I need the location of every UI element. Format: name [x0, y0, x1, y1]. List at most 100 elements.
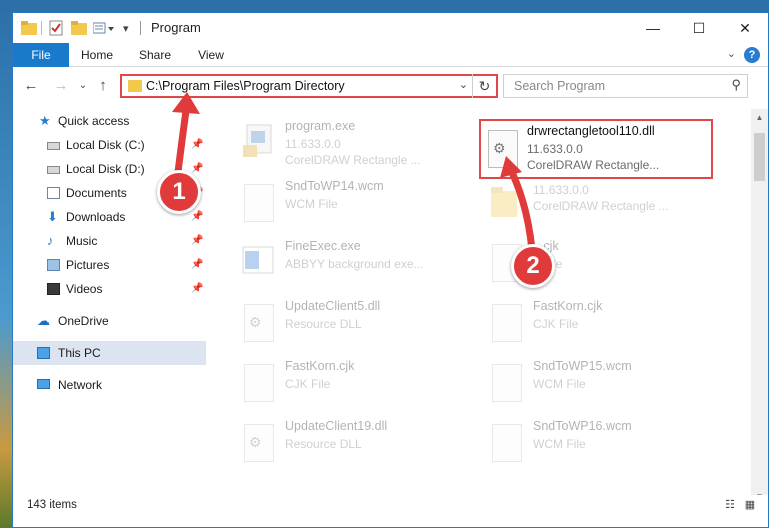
- drive-icon: [47, 142, 60, 150]
- sidebar-item-label: Local Disk (C:): [66, 138, 145, 152]
- sidebar-item-label: Documents: [66, 186, 127, 200]
- file-icon: [241, 181, 277, 225]
- dropdown-arrow-icon[interactable]: ▾: [123, 19, 129, 37]
- search-box[interactable]: Search Program ⚲: [503, 74, 748, 98]
- sidebar-item-this-pc[interactable]: This PC: [13, 341, 206, 365]
- network-icon: [37, 379, 50, 389]
- file-type: WCM File: [533, 377, 586, 391]
- file-tile[interactable]: ⚙ UpdateClient5.dll Resource DLL: [233, 295, 473, 351]
- file-tile[interactable]: 11.633.0.0 CorelDRAW Rectangle ...: [481, 175, 721, 231]
- quick-access-divider: [41, 21, 42, 35]
- sidebar-item-network[interactable]: Network: [13, 373, 206, 397]
- file-icon: [241, 361, 277, 405]
- sidebar-item-label: Quick access: [58, 114, 130, 128]
- refresh-button[interactable]: ↻: [472, 74, 496, 98]
- file-tile-highlighted[interactable]: ⚙ drwrectangletool110.dll 11.633.0.0 Cor…: [479, 119, 713, 179]
- tiles-view-icon[interactable]: ▦: [742, 498, 758, 512]
- sidebar-item-label: Videos: [66, 282, 103, 296]
- computer-icon: [37, 347, 50, 359]
- file-icon: [489, 301, 525, 345]
- file-name: FineExec.exe: [285, 239, 361, 253]
- downloads-icon: ⬇: [47, 209, 58, 224]
- customize-toolbar-icon[interactable]: [93, 19, 115, 37]
- pictures-icon: [47, 259, 60, 271]
- pin-icon: 📌: [191, 283, 204, 294]
- file-icon: [489, 361, 525, 405]
- videos-icon: [47, 283, 60, 295]
- minimize-button[interactable]: —: [630, 13, 676, 43]
- scroll-up-icon[interactable]: ▲: [751, 109, 768, 126]
- file-version: 11.633.0.0: [533, 183, 589, 197]
- sidebar-item-quick-access[interactable]: ★ Quick access: [13, 109, 206, 133]
- ribbon-expand-icon[interactable]: ⌄: [727, 47, 736, 60]
- file-tile[interactable]: FastKorn.cjk CJK File: [481, 295, 721, 351]
- window-title: Program: [151, 20, 201, 35]
- address-bar[interactable]: C:\Program Files\Program Directory ⌄ ↻: [120, 74, 498, 98]
- title-bar: ▾ Program — ☐ ✕: [13, 13, 768, 43]
- sidebar-item-pictures[interactable]: Pictures 📌: [13, 253, 206, 277]
- tab-home[interactable]: Home: [73, 43, 121, 67]
- file-name: SndToWP15.wcm: [533, 359, 632, 373]
- properties-icon[interactable]: [49, 19, 63, 37]
- dll-icon: ⚙: [241, 301, 277, 345]
- recent-locations-icon[interactable]: ⌄: [73, 76, 93, 96]
- file-list: program.exe 11.633.0.0 CorelDRAW Rectang…: [209, 109, 744, 505]
- tab-file[interactable]: File: [13, 43, 69, 67]
- file-tile[interactable]: SndToWP15.wcm WCM File: [481, 355, 721, 411]
- sidebar-item-label: This PC: [58, 346, 101, 360]
- sidebar-item-videos[interactable]: Videos 📌: [13, 277, 206, 301]
- dll-icon: ⚙: [485, 127, 521, 171]
- tab-share[interactable]: Share: [131, 43, 179, 67]
- file-tile[interactable]: SndToWP14.wcm WCM File: [233, 175, 473, 231]
- folder-icon: [128, 80, 142, 92]
- new-folder-icon[interactable]: [71, 19, 87, 37]
- file-name: FastKorn.cjk: [533, 299, 603, 313]
- file-name: FastKorn.cjk: [285, 359, 355, 373]
- annotation-step-2: 2: [511, 244, 555, 288]
- file-tile[interactable]: SndToWP16.wcm WCM File: [481, 415, 721, 471]
- search-input[interactable]: Search Program: [514, 79, 605, 93]
- address-path[interactable]: C:\Program Files\Program Directory: [146, 79, 345, 93]
- file-name: program.exe: [285, 119, 356, 133]
- forward-button[interactable]: →: [51, 76, 71, 96]
- file-name: UpdateClient5.dll: [285, 299, 381, 313]
- sidebar-item-music[interactable]: ♪ Music 📌: [13, 229, 206, 253]
- up-button[interactable]: ↑: [93, 76, 113, 96]
- details-view-icon[interactable]: ☷: [722, 498, 738, 512]
- status-bar: 143 items ☷ ▦: [13, 495, 768, 517]
- scroll-thumb[interactable]: [754, 133, 765, 181]
- file-type: WCM File: [533, 437, 586, 451]
- file-name: SndToWP16.wcm: [533, 419, 632, 433]
- file-tile[interactable]: FineExec.exe ABBYY background exe...: [233, 235, 473, 291]
- vertical-scrollbar[interactable]: ▲ ▼: [751, 109, 768, 505]
- chevron-down-icon[interactable]: ⌄: [459, 78, 468, 91]
- file-type: CJK File: [533, 317, 579, 331]
- sidebar-item-label: Downloads: [66, 210, 126, 224]
- maximize-button[interactable]: ☐: [676, 13, 722, 43]
- back-button[interactable]: ←: [21, 76, 41, 96]
- file-tile[interactable]: program.exe 11.633.0.0 CorelDRAW Rectang…: [233, 115, 473, 171]
- file-tile[interactable]: FastKorn.cjk CJK File: [233, 355, 473, 411]
- close-button[interactable]: ✕: [722, 13, 768, 43]
- file-icon: [489, 421, 525, 465]
- file-description: CorelDRAW Rectangle...: [527, 158, 660, 172]
- file-tile[interactable]: ⚙ UpdateClient19.dll Resource DLL: [233, 415, 473, 471]
- address-row: ← → ⌄ ↑ C:\Program Files\Program Directo…: [13, 68, 768, 104]
- sidebar-item-label: Pictures: [66, 258, 110, 272]
- sidebar-item-label: OneDrive: [58, 314, 109, 328]
- sidebar-item-onedrive[interactable]: ☁ OneDrive: [13, 309, 206, 333]
- drive-icon: [47, 166, 60, 174]
- star-icon: ★: [39, 113, 51, 128]
- dll-icon: ⚙: [241, 421, 277, 465]
- item-count: 143 items: [27, 499, 77, 511]
- file-version: 11.633.0.0: [285, 137, 341, 151]
- sidebar-item-label: Local Disk (D:): [66, 162, 145, 176]
- file-description: ABBYY background exe...: [285, 257, 424, 271]
- file-version: 11.633.0.0: [527, 142, 583, 156]
- music-icon: ♪: [47, 233, 54, 248]
- sidebar-item-local-disk-c[interactable]: Local Disk (C:) 📌: [13, 133, 206, 157]
- help-icon[interactable]: ?: [744, 47, 760, 63]
- file-type: Resource DLL: [285, 437, 362, 451]
- tab-view[interactable]: View: [189, 43, 233, 67]
- file-name: SndToWP14.wcm: [285, 179, 384, 193]
